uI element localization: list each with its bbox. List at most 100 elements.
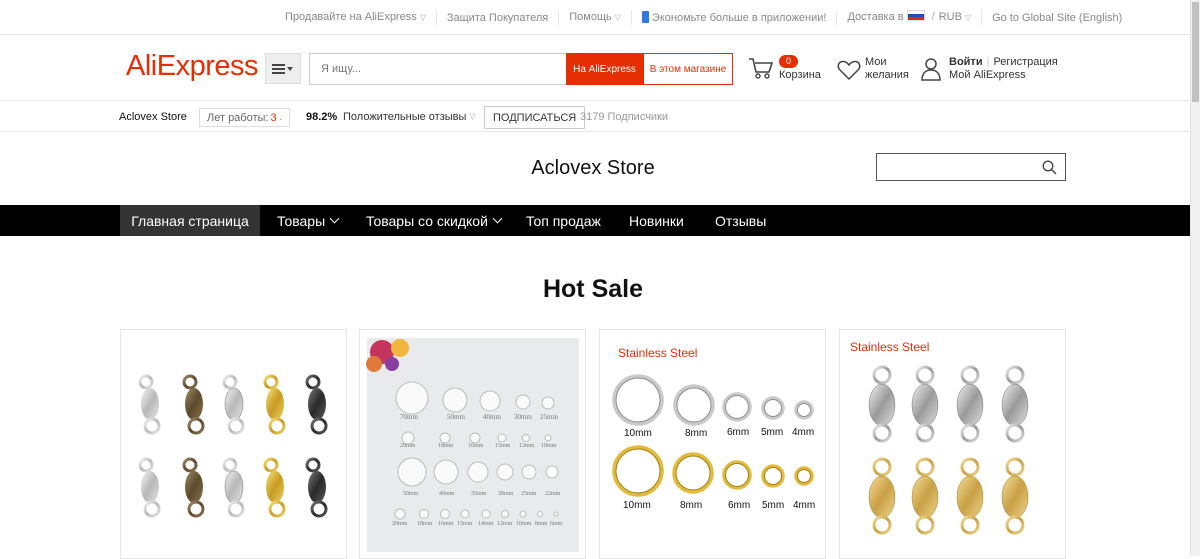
russia-flag-icon [906,10,925,21]
nav-home[interactable]: Главная страница [120,205,260,236]
product-card[interactable]: Stainless Steel [839,329,1066,559]
categories-menu-button[interactable] [265,53,301,84]
sell-link[interactable]: Продавайте на AliExpress ▽ [275,10,437,25]
positive-rating: 98.2% [306,110,338,123]
product-card[interactable]: Stainless Steel 10mm 8mm 6mm 5mm 4mm 10m… [599,329,826,559]
chevron-down-icon: ▽ [614,13,621,22]
store-name[interactable]: Aclovex Store [119,101,187,132]
size-label: 70mm [400,413,418,421]
top-links: Продавайте на AliExpress ▽ Защита Покупат… [275,0,1132,35]
size-label: 4mm [793,500,816,511]
ship-to-label: Доставка в [847,11,904,23]
nav-sale-label: Товары со скидкой [366,212,488,229]
product-image-clasps [138,374,328,518]
size-label: 50mm [447,413,465,421]
store-info-bar: Aclovex Store Лет работы: 3. 98.2% Положи… [0,101,1200,132]
separator: | [986,56,990,68]
product-image-rings [612,374,814,497]
nav-top-sales[interactable]: Топ продаж [526,205,601,236]
phone-icon [641,10,649,23]
product-image-steel-clasps [868,365,1029,535]
store-navbar: Главная страница Товары Товары со скидко… [0,205,1200,236]
size-label: 10mm [516,521,532,527]
help-link[interactable]: Помощь ▽ [559,10,632,25]
wishlist-link[interactable]: Мои желания [865,56,909,82]
cart-count-badge: 0 [779,55,798,68]
nav-products[interactable]: Товары [277,205,340,236]
subscribers-count: 3179 Подписчики [580,110,669,123]
size-label: 6mm [728,500,751,511]
sell-label: Продавайте на AliExpress [285,11,417,23]
size-label: 40mm [439,491,455,497]
store-years-badge: Лет работы: 3. [199,108,290,127]
user-icon[interactable] [921,57,941,81]
register-link[interactable]: Регистрация [993,56,1057,68]
nav-reviews[interactable]: Отзывы [715,205,766,236]
product-card[interactable] [120,329,347,559]
search-input[interactable] [310,54,566,84]
global-site-link[interactable]: Go to Global Site (English) [982,11,1132,25]
ship-to-selector[interactable]: Доставка в / RUB ▽ [837,10,983,25]
separator: / [931,11,935,23]
top-bar: Продавайте на AliExpress ▽ Защита Покупат… [0,0,1200,35]
size-label: 50mm [403,491,419,497]
search-icon[interactable] [1042,160,1057,175]
buyer-protection-label: Защита Покупателя [446,11,549,24]
chevron-down-icon: ▽ [419,13,426,22]
size-label: 35mm [471,491,487,497]
size-label: 18mm [417,521,433,527]
nav-products-label: Товары [277,212,326,229]
wishlist-label-2: желания [865,69,909,81]
search-box [309,53,566,85]
heart-icon[interactable] [837,59,861,81]
cart-label[interactable]: Корзина [779,69,821,82]
size-label: 14mm [478,521,494,527]
size-label: 22mm [545,491,561,497]
wishlist-label-1: Мои [865,56,887,68]
cart-icon[interactable] [748,56,774,80]
years-label: Лет работы: [207,111,269,124]
size-label: 25mm [540,413,558,421]
size-label: 6mm [727,427,750,438]
size-label: 20mm [400,443,416,449]
chevron-down-icon [492,213,503,224]
feedback-label: Положительные отзывы [343,110,467,123]
feedback-dropdown[interactable]: Положительные отзывы ▽ [343,101,476,132]
menu-icon [272,63,293,74]
aliexpress-logo[interactable]: AliExpress [126,50,259,83]
nav-sale[interactable]: Товары со скидкой [366,205,503,236]
subscribe-button[interactable]: ПОДПИСАТЬСЯ [484,106,586,129]
size-label: 8mm [680,500,703,511]
size-label: 10mm [624,428,652,439]
search-store-button[interactable]: В этом магазине [643,53,733,85]
app-link[interactable]: Экономьте больше в приложении! [632,10,838,25]
size-label: 8mm [535,521,548,527]
size-label: 12mm [497,521,513,527]
buyer-protection-link[interactable]: Защита Покупателя [437,10,560,25]
size-label: 6mm [550,521,563,527]
login-link[interactable]: Войти [949,56,983,68]
app-label: Экономьте больше в приложении! [651,11,827,24]
main-header: AliExpress На AliExpress В этом магазине… [0,35,1200,101]
currency-label: RUB [938,11,962,23]
chevron-down-icon [329,213,340,224]
size-label: 15mm [457,521,473,527]
product-card[interactable]: 70mm 50mm 40mm 30mm 25mm 20mm 18mm 16mm … [359,329,586,559]
size-label: 16mm [468,443,484,449]
size-label: 10mm [541,443,557,449]
size-label: 8mm [685,428,708,439]
scrollbar-thumb[interactable] [1192,2,1199,102]
years-value: 3 [270,111,277,124]
search-aliexpress-button[interactable]: На AliExpress [566,53,643,85]
section-title: Hot Sale [542,275,644,303]
size-label: 5mm [761,427,784,438]
size-label: 18mm [438,443,454,449]
size-label: 30mm [514,413,532,421]
store-search-box[interactable] [876,153,1066,181]
size-label: 12mm [519,443,535,449]
nav-new[interactable]: Новинки [629,205,684,236]
size-label: 5mm [762,500,785,511]
store-header: Aclovex Store [0,132,1200,205]
size-label: 25mm [521,491,537,497]
my-aliexpress-link[interactable]: Мой AliExpress [949,69,1058,82]
